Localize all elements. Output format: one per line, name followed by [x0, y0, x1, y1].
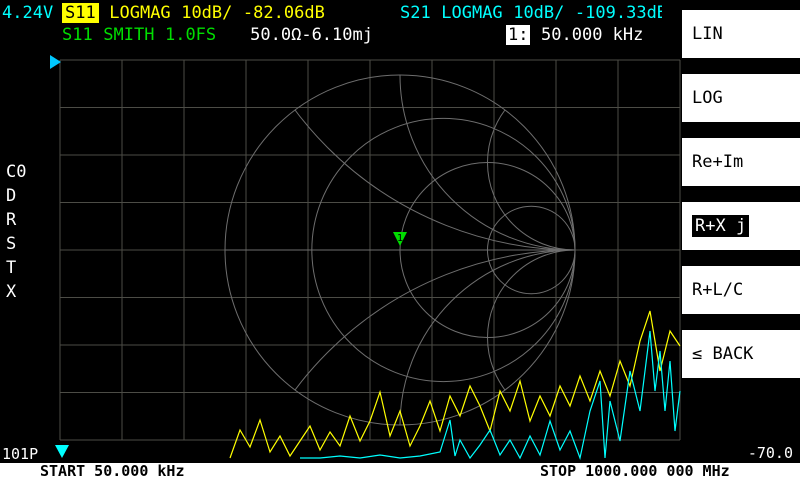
menu-item-log[interactable]: LOG — [682, 74, 800, 122]
cal-flag-r: R — [6, 210, 17, 230]
trace2-status[interactable]: S11 SMITH 1.0FS 50.0Ω-6.10mj — [62, 25, 373, 45]
reference-marker-down[interactable] — [55, 445, 69, 458]
nanovna-screen: 1 4.24V S11 LOGMAG 10dB/ -82.06dB S21 LOGMAG… — [0, 0, 800, 480]
trace0-format: LOGMAG — [109, 3, 171, 23]
cal-flag-d: D — [6, 186, 17, 206]
trace-s21-logmag — [300, 330, 681, 461]
menu-item-rlc-label: R+L/C — [692, 280, 744, 300]
marker-1-label: 1 — [397, 233, 403, 244]
trace2-format: SMITH — [103, 25, 155, 45]
scale-min-label: -70.0 — [747, 444, 793, 462]
reference-marker-right[interactable] — [50, 55, 61, 69]
trace1-status[interactable]: S21 LOGMAG 10dB/ -109.33dB — [400, 3, 662, 23]
sweep-points-label: 101P — [2, 445, 39, 463]
trace1-scale: 10dB/ — [513, 3, 565, 23]
menu-item-rxj[interactable]: R+X j — [682, 202, 800, 250]
trace0-value: -82.06dB — [242, 3, 325, 23]
menu-item-lin-label: LIN — [692, 24, 723, 44]
marker-frequency: 50.000 kHz — [541, 25, 644, 45]
trace0-scale: 10dB/ — [181, 3, 233, 23]
menu-item-rlc[interactable]: R+L/C — [682, 266, 800, 314]
trace0-channel-chip: S11 — [62, 3, 99, 23]
menu-item-back[interactable]: ≤ BACK — [682, 330, 800, 378]
menu-item-back-label: ≤ BACK — [692, 344, 754, 364]
chart-canvas[interactable]: 1 — [0, 0, 800, 480]
trace1-format: LOGMAG — [441, 3, 503, 23]
menu-item-log-label: LOG — [692, 88, 723, 108]
trace2-scale: 1.0FS — [164, 25, 217, 45]
marker-id-chip: 1: — [506, 25, 531, 45]
cal-flag-x: X — [6, 282, 17, 302]
format-menu: LIN LOG Re+Im R+X j R+L/C ≤ BACK — [682, 0, 800, 480]
trace-s11-logmag — [229, 310, 681, 459]
cal-flag-t: T — [6, 258, 17, 278]
trace2-channel: S11 — [62, 25, 93, 45]
cal-flag-s: S — [6, 234, 17, 254]
trace1-value: -109.33dB — [574, 3, 662, 23]
stop-frequency-label: STOP 1000.000 000 MHz — [540, 462, 730, 480]
marker-frequency-readout[interactable]: 1: 50.000 kHz — [506, 25, 643, 45]
frequency-bar[interactable]: START 50.000 kHz STOP 1000.000 000 MHz — [0, 463, 800, 480]
start-frequency-label: START 50.000 kHz — [40, 462, 185, 480]
trace0-status[interactable]: S11 LOGMAG 10dB/ -82.06dB — [62, 3, 325, 23]
menu-item-rxj-label: R+X j — [692, 215, 750, 237]
marker-impedance-value: 50.0Ω-6.10mj — [250, 25, 373, 45]
battery-voltage: 4.24V — [2, 3, 54, 23]
cal-flag-c0: C0 — [6, 162, 27, 182]
calibration-flags: C0 D R S T X — [6, 160, 26, 304]
menu-item-reim[interactable]: Re+Im — [682, 138, 800, 186]
smith-reactance-arc — [487, 75, 575, 251]
trace1-channel: S21 — [400, 3, 431, 23]
menu-item-reim-label: Re+Im — [692, 152, 744, 172]
menu-item-lin[interactable]: LIN — [682, 10, 800, 58]
